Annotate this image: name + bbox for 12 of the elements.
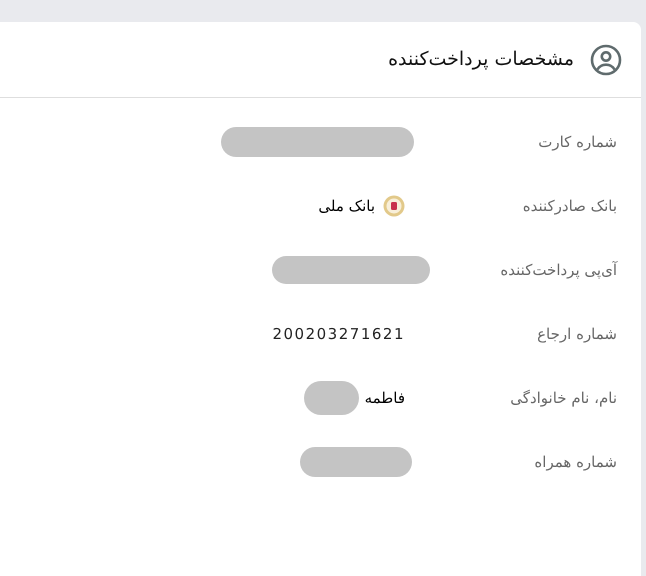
field-label: شماره کارت [537,132,617,153]
bank-logo-icon [383,195,405,217]
field-value: 200203271621 [272,324,405,345]
field-label: آی‌پی پرداخت‌کننده [499,260,617,281]
field-label: شماره همراه [533,452,617,473]
field-label: نام، نام خانوادگی [509,388,617,409]
field-label: شماره ارجاع [536,324,617,345]
field-label: بانک صادرکننده [522,196,617,217]
user-icon [590,44,622,76]
field-value: فاطمه [364,388,405,409]
field-value: بانک ملی [318,196,375,217]
card-title: مشخصات پرداخت‌کننده [388,47,574,72]
